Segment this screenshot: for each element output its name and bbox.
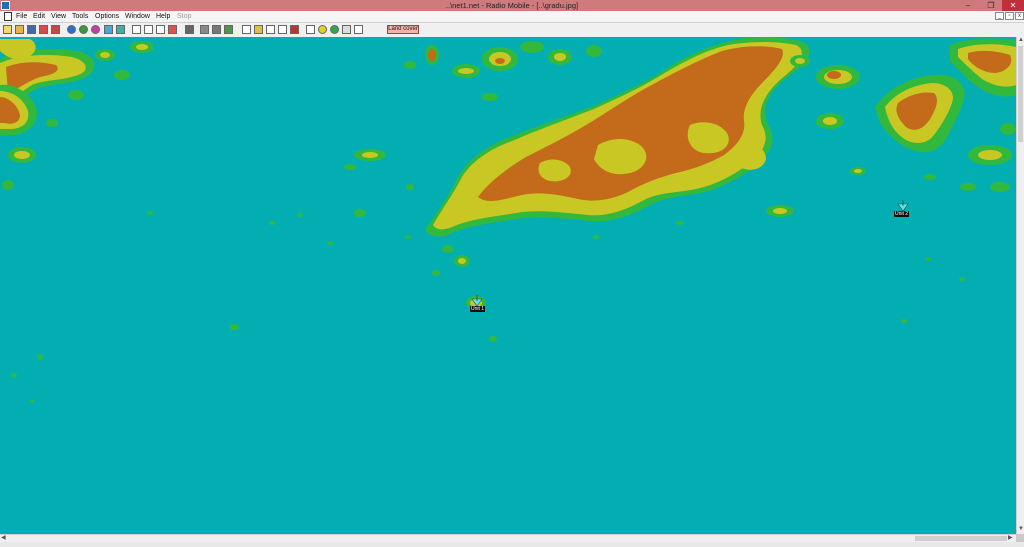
world-icon[interactable] bbox=[79, 25, 88, 34]
land-cover-button[interactable]: Land cover bbox=[387, 25, 419, 34]
close-icon[interactable]: ✕ bbox=[1002, 0, 1024, 11]
minimize-icon[interactable]: – bbox=[958, 0, 978, 11]
restore-icon[interactable]: ❐ bbox=[980, 0, 1002, 11]
close-map-icon[interactable] bbox=[290, 25, 299, 34]
forward-icon[interactable] bbox=[116, 25, 125, 34]
menu-stop[interactable]: Stop bbox=[177, 11, 191, 22]
picture-icon[interactable] bbox=[200, 25, 209, 34]
copy-icon[interactable] bbox=[144, 25, 153, 34]
unit-1-label[interactable]: Unit 1 bbox=[470, 306, 486, 312]
wizard-icon[interactable] bbox=[51, 25, 60, 34]
menu-options[interactable]: Options bbox=[95, 11, 119, 22]
terrain-map[interactable] bbox=[0, 37, 1016, 534]
print-icon[interactable] bbox=[168, 25, 177, 34]
mdi-close-icon[interactable]: x bbox=[1015, 12, 1024, 20]
menu-window[interactable]: Window bbox=[125, 11, 150, 22]
menu-file[interactable]: File bbox=[16, 11, 27, 22]
scroll-left-icon[interactable]: ◀ bbox=[1, 535, 6, 542]
antenna-icon[interactable] bbox=[354, 25, 363, 34]
vertical-scroll-thumb[interactable] bbox=[1018, 46, 1023, 142]
mdi-restore-icon[interactable]: ▫ bbox=[1005, 12, 1014, 20]
target-icon[interactable] bbox=[318, 25, 327, 34]
new-net-icon[interactable] bbox=[3, 25, 12, 34]
network-icon[interactable] bbox=[185, 25, 194, 34]
horizontal-scrollbar[interactable]: ◀ ▶ bbox=[0, 534, 1016, 542]
text-icon[interactable] bbox=[306, 25, 315, 34]
mdi-minimize-icon[interactable]: _ bbox=[995, 12, 1004, 20]
back-arrow-icon[interactable] bbox=[104, 25, 113, 34]
menu-tools[interactable]: Tools bbox=[72, 11, 88, 22]
globe-icon[interactable] bbox=[67, 25, 76, 34]
status-bar bbox=[0, 542, 1024, 547]
radio-link-icon[interactable] bbox=[224, 25, 233, 34]
scroll-right-icon[interactable]: ▶ bbox=[1008, 535, 1013, 542]
paste-icon[interactable] bbox=[156, 25, 165, 34]
zoom-icon[interactable] bbox=[254, 25, 263, 34]
menu-view[interactable]: View bbox=[51, 11, 66, 22]
unit-2-label[interactable]: Unit 2 bbox=[894, 211, 910, 217]
document-icon[interactable] bbox=[4, 12, 12, 21]
merge-icon[interactable] bbox=[212, 25, 221, 34]
scroll-down-icon[interactable]: ▼ bbox=[1018, 526, 1024, 533]
center-icon[interactable] bbox=[278, 25, 287, 34]
menu-bar: File Edit View Tools Options Window Help… bbox=[0, 11, 1024, 23]
elevation-icon[interactable] bbox=[242, 25, 251, 34]
open-icon[interactable] bbox=[15, 25, 24, 34]
title-bar: ..\net1.net - Radio Mobile - [..\gradu.j… bbox=[0, 0, 1024, 11]
map-view[interactable]: Unit 1 Unit 2 bbox=[0, 37, 1016, 534]
map-properties-icon[interactable] bbox=[91, 25, 100, 34]
horizontal-scroll-thumb[interactable] bbox=[915, 536, 1007, 541]
window-title: ..\net1.net - Radio Mobile - [..\gradu.j… bbox=[445, 1, 579, 10]
fresnel-icon[interactable] bbox=[342, 25, 351, 34]
menu-edit[interactable]: Edit bbox=[33, 11, 45, 22]
toolbar bbox=[0, 23, 1024, 38]
save-icon[interactable] bbox=[27, 25, 36, 34]
coverage-icon[interactable] bbox=[330, 25, 339, 34]
properties-icon[interactable] bbox=[39, 25, 48, 34]
scroll-up-icon[interactable]: ▲ bbox=[1018, 37, 1024, 44]
menu-help[interactable]: Help bbox=[156, 11, 170, 22]
fit-icon[interactable] bbox=[266, 25, 275, 34]
vertical-scrollbar[interactable]: ▲ ▼ bbox=[1016, 37, 1024, 534]
pane-icon[interactable] bbox=[132, 25, 141, 34]
sea-area bbox=[0, 37, 1016, 534]
